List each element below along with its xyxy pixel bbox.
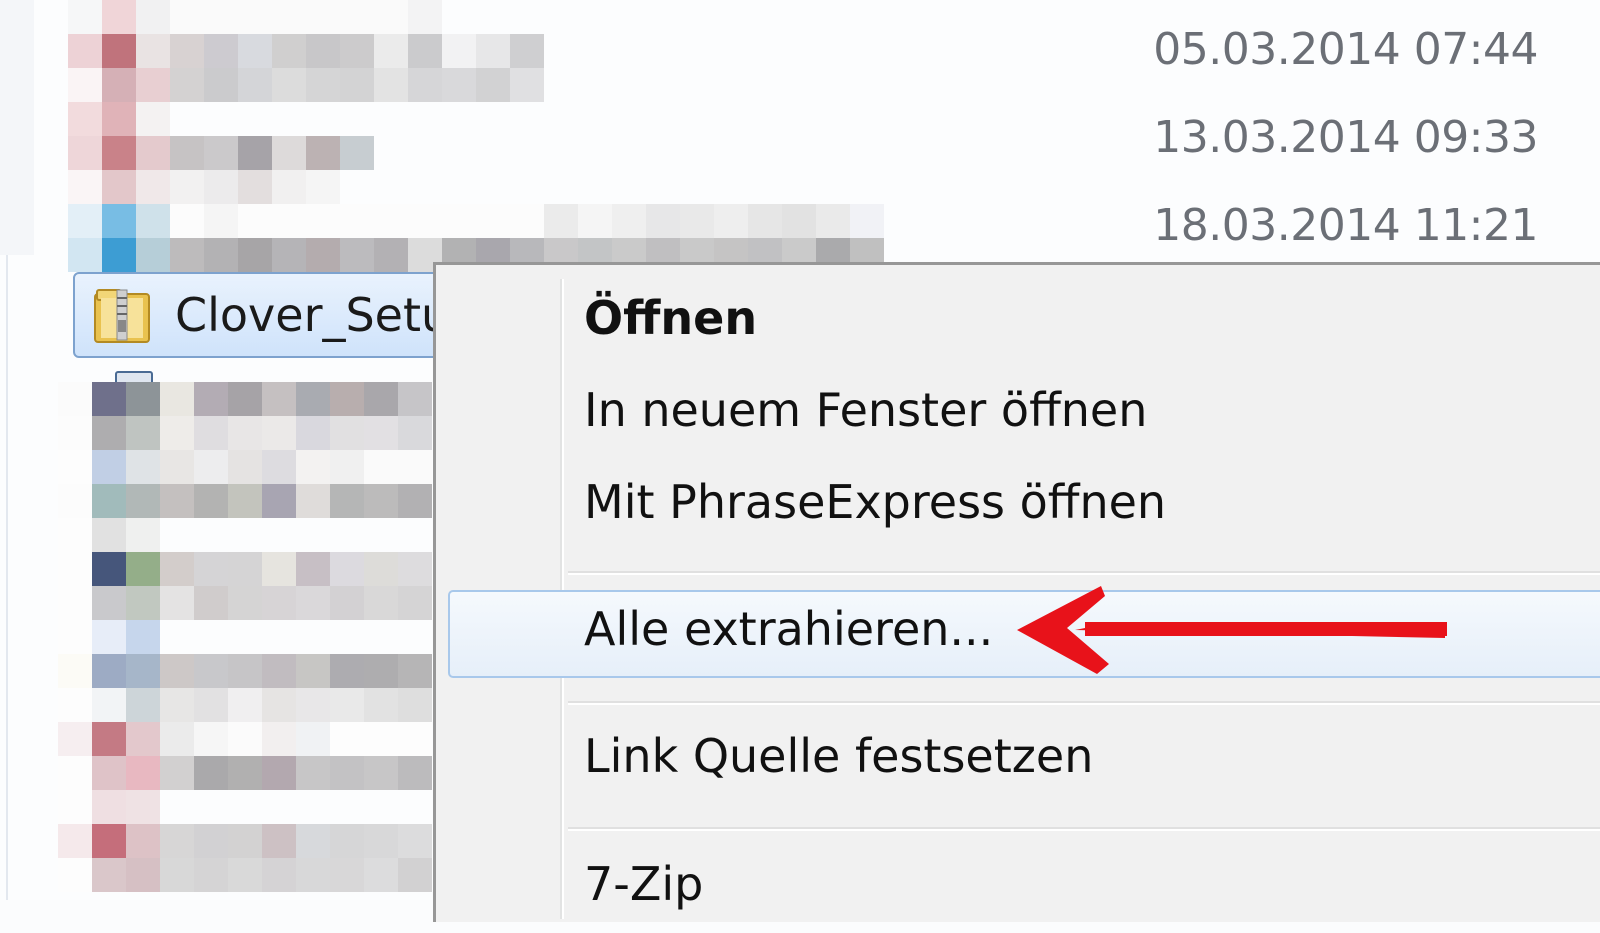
menu-separator (568, 827, 1600, 831)
red-arrow-icon (1017, 586, 1447, 674)
blurred-file-row[interactable] (58, 382, 432, 892)
menu-item-label: Mit PhraseExpress öffnen (584, 475, 1167, 529)
menu-separator (568, 571, 1600, 575)
zip-folder-icon (94, 289, 150, 343)
menu-item-7zip[interactable]: 7-Zip (448, 845, 1600, 933)
selected-file-item[interactable]: Clover_Setu (73, 272, 493, 358)
menu-item-label: Link Quelle festsetzen (584, 729, 1094, 783)
menu-item-set-link-source[interactable]: Link Quelle festsetzen (448, 717, 1600, 805)
menu-item-label: Öffnen (584, 291, 758, 345)
nav-pane-edge (0, 0, 34, 255)
date-modified: 13.03.2014 09:33 (1153, 112, 1538, 163)
date-modified: 05.03.2014 07:44 (1153, 24, 1538, 75)
menu-separator (568, 701, 1600, 705)
menu-item-label: 7-Zip (584, 857, 704, 911)
menu-item-label: Alle extrahieren... (584, 602, 994, 656)
date-modified: 18.03.2014 11:21 (1153, 200, 1538, 251)
blurred-file-row[interactable] (68, 0, 884, 272)
menu-item-open[interactable]: Öffnen (448, 279, 1600, 367)
nav-pane-divider (6, 255, 8, 900)
menu-item-label: In neuem Fenster öffnen (584, 383, 1148, 437)
menu-item-open-new-window[interactable]: In neuem Fenster öffnen (448, 371, 1600, 459)
menu-item-open-with-phraseexpress[interactable]: Mit PhraseExpress öffnen (448, 463, 1600, 551)
selected-file-name: Clover_Setu (175, 288, 451, 342)
